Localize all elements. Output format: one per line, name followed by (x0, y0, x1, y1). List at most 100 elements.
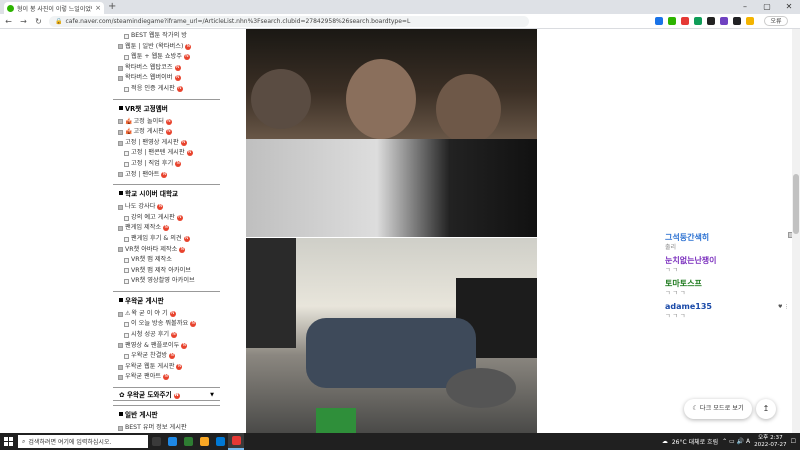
sidebar-menu-item[interactable]: 웹툰 + 웹툰 쇼방주 N (113, 52, 220, 63)
minimize-button[interactable]: – (734, 0, 756, 14)
new-badge: N (163, 374, 170, 381)
sidebar-menu-item[interactable]: 우왁굳 찬결방 N (113, 351, 220, 362)
scroll-top-button[interactable]: ↥ (756, 399, 776, 419)
forward-button[interactable]: → (19, 17, 28, 26)
sidebar-menu-item[interactable]: BEST 웹툰 작가의 방 (113, 31, 220, 42)
page-scrollbar[interactable] (792, 29, 800, 433)
extension-icon[interactable] (681, 17, 689, 25)
windows-logo-icon (3, 437, 13, 446)
taskbar-app-icon[interactable] (212, 433, 228, 450)
sidebar-menu-item[interactable]: 팬게임 후기 & 의견 N (113, 234, 220, 245)
comment-author[interactable]: 그석둥간색히 (665, 232, 795, 243)
extension-icon[interactable] (668, 17, 676, 25)
board-icon (118, 364, 123, 370)
weather-text[interactable]: 26°C 대체로 흐림 (672, 437, 718, 446)
sidebar-menu-item[interactable]: 시청 성공 후기 N (113, 330, 220, 341)
new-badge: N (171, 332, 178, 339)
sidebar-menu-item[interactable]: 왁타버스 웹버이버 N (113, 73, 220, 84)
board-icon (118, 65, 123, 71)
photo-hanging-clothes (246, 238, 296, 348)
dark-mode-button[interactable]: ☾ 다크 모드로 보기 (684, 399, 752, 419)
tab-title: 형이 봉 사진이 이렇 느일이었던 (17, 5, 93, 13)
taskbar-app-icon[interactable] (196, 433, 212, 450)
tray-icons[interactable]: ⌃ ▭ 🔊 A (722, 438, 750, 445)
app-icon (215, 437, 225, 446)
taskbar-search[interactable]: ⌕ 검색하려면 여기에 입력하십시오. (18, 435, 148, 448)
sidebar-menu-item[interactable]: 적응 인증 게시판 N (113, 84, 220, 95)
sidebar-menu-item[interactable]: 이 오늘 방송 뭐볼까요 N (113, 319, 220, 330)
sidebar-menu-item[interactable]: 웹툰 | 일반 (왁타버스) N (113, 42, 220, 53)
comment-list: 그석둥간색히 출리 눈치없는난쟁이 ㄱ ㄱ 토마토스프 ㄱ ㄱ ㄱ adame135 ㄱ ㄱ … (665, 232, 795, 324)
comment-author[interactable]: 눈치없는난쟁이 (665, 255, 795, 266)
sidebar-menu-item[interactable]: 나도 강사다 N (113, 202, 220, 213)
taskbar-app-icon[interactable] (148, 433, 164, 450)
new-badge: N (181, 342, 188, 349)
new-badge: N (163, 225, 170, 232)
section-title-text: 우왁굳 게시판 (125, 296, 164, 305)
dropdown-label: 우왁굳 도와주기 (126, 391, 172, 400)
sidebar-menu-item[interactable]: ⚠왁 굳 이 야 기N (113, 309, 220, 320)
photo-person-right (436, 74, 501, 144)
sidebar-menu-item[interactable]: 팬게임 제작소 N (113, 223, 220, 234)
sidebar-menu-item[interactable]: BEST 유머 정보 게시판 (113, 423, 220, 433)
new-tab-button[interactable]: + (108, 1, 116, 12)
profile-button[interactable]: 오류 (764, 16, 788, 26)
gear-icon: ✿ (119, 391, 127, 400)
sidebar-menu-label: VR챗 아바타 제작소 (125, 245, 178, 253)
sidebar-menu-label: VR챗 영상촬영 아카이브 (131, 277, 195, 285)
sidebar-menu-label: 웹툰 | 일반 (왁타버스) (125, 42, 184, 50)
reload-button[interactable]: ↻ (34, 17, 43, 26)
sidebar-menu-label: VR챗 맵 제작소 (131, 256, 172, 264)
extension-icon[interactable] (694, 17, 702, 25)
sidebar-menu-item[interactable]: 고정 | 팬콘텐 게시판 N (113, 148, 220, 159)
sidebar-menu-label: BEST 웹툰 작가의 방 (131, 32, 187, 39)
help-woowa-dropdown[interactable]: ✿ 우왁굳 도와주기 N ▼ (113, 387, 220, 402)
board-icon (124, 322, 129, 328)
comment-author[interactable]: adame135 (665, 301, 795, 312)
sidebar-menu-item[interactable]: 강의 예고 게시판 N (113, 213, 220, 224)
sidebar-menu-item[interactable]: 팬영상 & 팬플로이두 N (113, 341, 220, 352)
sidebar-menu-item[interactable]: VR챗 맵 제작소 (113, 255, 220, 266)
comment-author[interactable]: 토마토스프 (665, 278, 795, 289)
sidebar-menu-item[interactable]: VR챗 아바타 제작소 N (113, 245, 220, 256)
sidebar-menu-item[interactable]: 고정 | 팬영상 게시판 N (113, 138, 220, 149)
section-bullet-icon (119, 105, 123, 110)
search-icon: ⌕ (22, 437, 26, 445)
tab-close-icon[interactable]: × (95, 4, 101, 12)
page-content: BEST 웹툰 작가의 방 웹툰 | 일반 (왁타버스) N 웹툰 + 웹툰 쇼방주 N… (0, 29, 800, 433)
extension-icon[interactable] (720, 17, 728, 25)
sidebar-menu-label: 팬게임 후기 & 의견 (131, 234, 182, 242)
start-button[interactable] (0, 433, 16, 450)
extension-icon[interactable] (655, 17, 663, 25)
sidebar-menu-item[interactable]: 고정 | 팬아트 N (113, 170, 220, 181)
scrollbar-thumb[interactable] (793, 174, 799, 234)
sidebar-menu-item[interactable]: 🎪고정 게시판 N (113, 127, 220, 138)
sidebar-menu-item[interactable]: 우왁굳 팬아트 N (113, 372, 220, 383)
taskbar-app-icon[interactable] (180, 433, 196, 450)
close-window-button[interactable]: ✕ (778, 0, 800, 14)
extension-icon[interactable] (733, 17, 741, 25)
address-bar[interactable]: 🔒 cafe.naver.com/steamindiegame?iframe_u… (49, 15, 529, 27)
like-more-icon[interactable]: ♥ ⋮ (778, 304, 792, 310)
back-button[interactable]: ← (4, 17, 13, 26)
taskbar-app-icon[interactable] (228, 433, 244, 450)
extension-icon[interactable] (707, 17, 715, 25)
weather-icon: ☁ (661, 438, 668, 445)
extension-icon[interactable] (746, 17, 754, 25)
photo-person-left (251, 69, 311, 129)
sidebar-menu-item[interactable]: 고정 | 직업 후기 N (113, 159, 220, 170)
sidebar-menu-item[interactable]: 우왁굳 웹툰 게시판 N (113, 362, 220, 373)
browser-tab-active[interactable]: 형이 봉 사진이 이렇 느일이었던 × (4, 2, 104, 14)
post-photo-group-room (246, 238, 537, 433)
sidebar-menu-item[interactable]: VR챗 영상촬영 아카이브 (113, 276, 220, 287)
notification-icon[interactable]: ☐ (791, 438, 796, 445)
sidebar-menu-item[interactable]: 왁타버스 웹탑코즈 N (113, 63, 220, 74)
board-icon (124, 236, 129, 242)
taskbar-app-icon[interactable] (164, 433, 180, 450)
sidebar-menu-item[interactable]: 🎪고정 놀이터 N (113, 117, 220, 128)
sidebar-menu-label: 적응 인증 게시판 (131, 84, 175, 92)
sidebar-menu-item[interactable]: VR챗 맵 제작 아카이브 (113, 266, 220, 277)
url-text: cafe.naver.com/steamindiegame?iframe_url… (65, 17, 411, 25)
maximize-button[interactable]: ▢ (756, 0, 778, 14)
taskbar-clock[interactable]: 오후 2:37 2022-07-27 (754, 435, 787, 449)
